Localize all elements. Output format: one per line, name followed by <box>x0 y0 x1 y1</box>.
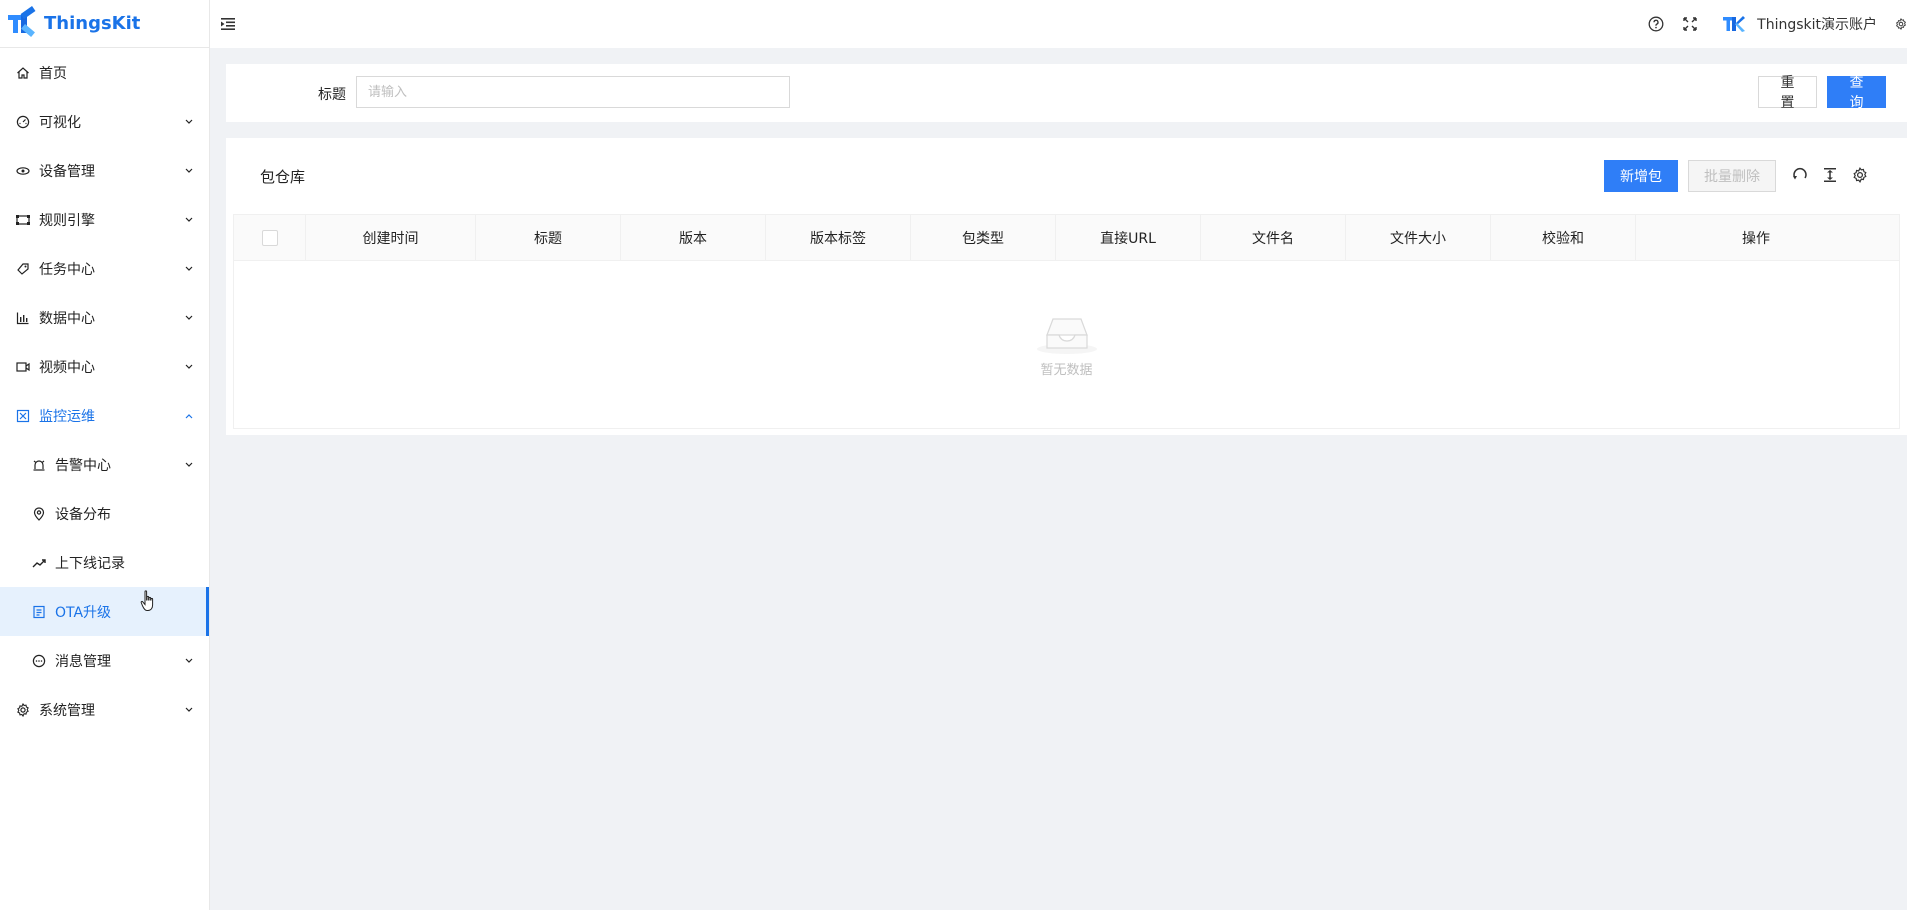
dashboard-icon <box>16 115 30 129</box>
sidebar-item-6[interactable]: 视频中心 <box>0 342 209 391</box>
task-icon <box>16 262 30 276</box>
trend-icon <box>32 556 46 570</box>
app-name: ThingsKit <box>44 13 141 34</box>
chevron-down-icon <box>185 118 193 126</box>
chevron-down-icon <box>185 363 193 371</box>
column-header: 创建时间 <box>306 215 476 260</box>
sidebar-item-13[interactable]: 系统管理 <box>0 685 209 734</box>
fullscreen-icon[interactable] <box>1681 15 1699 33</box>
help-icon[interactable] <box>1647 15 1665 33</box>
sidebar: ThingsKit 首页可视化设备管理规则引擎任务中心数据中心视频中心监控运维告… <box>0 0 210 910</box>
select-all-cell <box>234 215 306 260</box>
sidebar-item-label: 视频中心 <box>39 359 95 376</box>
sidebar-item-5[interactable]: 数据中心 <box>0 293 209 342</box>
chevron-up-icon <box>185 412 193 420</box>
rule-engine-icon <box>16 213 30 227</box>
home-icon <box>16 66 30 80</box>
sidebar-item-10[interactable]: 上下线记录 <box>0 538 209 587</box>
sidebar-item-12[interactable]: 消息管理 <box>0 636 209 685</box>
empty-inbox-icon <box>1036 318 1097 354</box>
chevron-down-icon <box>185 657 193 665</box>
account-name: Thingskit演示账户 <box>1757 17 1877 33</box>
empty-text: 暂无数据 <box>1040 363 1093 378</box>
sidebar-item-label: 告警中心 <box>55 457 111 474</box>
sidebar-item-4[interactable]: 任务中心 <box>0 244 209 293</box>
column-header: 版本 <box>621 215 766 260</box>
device-icon <box>16 164 30 178</box>
column-header: 标题 <box>476 215 621 260</box>
sidebar-item-label: 数据中心 <box>39 310 95 327</box>
sidebar-item-2[interactable]: 设备管理 <box>0 146 209 195</box>
chevron-down-icon <box>185 167 193 175</box>
column-header: 校验和 <box>1491 215 1636 260</box>
select-all-checkbox[interactable] <box>261 229 278 246</box>
sidebar-item-label: 系统管理 <box>39 702 95 719</box>
message-icon <box>32 654 46 668</box>
sidebar-item-label: 监控运维 <box>39 408 95 425</box>
account-menu[interactable]: Thingskit演示账户 <box>1723 14 1877 34</box>
sidebar-item-label: OTA升级 <box>55 604 112 621</box>
column-header: 操作 <box>1742 230 1770 247</box>
sidebar-menu: 首页可视化设备管理规则引擎任务中心数据中心视频中心监控运维告警中心设备分布上下线… <box>0 48 209 734</box>
chevron-down-icon <box>185 314 193 322</box>
column-settings-icon[interactable] <box>1851 166 1869 184</box>
location-icon <box>32 506 46 521</box>
query-button[interactable]: 查询 <box>1827 75 1886 111</box>
sidebar-item-label: 首页 <box>39 65 67 82</box>
column-header: 文件名 <box>1201 215 1346 260</box>
sidebar-item-label: 任务中心 <box>39 261 95 278</box>
sidebar-item-1[interactable]: 可视化 <box>0 97 209 146</box>
column-header: 包类型 <box>911 215 1056 260</box>
ota-icon <box>32 605 46 619</box>
sidebar-item-label: 设备分布 <box>55 506 111 523</box>
settings-icon[interactable] <box>1895 15 1907 33</box>
monitor-icon <box>16 409 30 423</box>
column-header: 文件大小 <box>1346 215 1491 260</box>
app-logo[interactable]: ThingsKit <box>0 0 209 48</box>
batch-delete-button[interactable]: 批量删除 <box>1688 160 1776 192</box>
sidebar-item-0[interactable]: 首页 <box>0 48 209 97</box>
settings-icon <box>16 702 30 717</box>
chevron-down-icon <box>185 706 193 714</box>
account-avatar-icon <box>1723 16 1746 32</box>
bar-chart-icon <box>16 311 30 325</box>
title-search-input[interactable] <box>356 76 790 108</box>
sidebar-item-label: 可视化 <box>39 114 81 131</box>
menu-collapse-icon[interactable] <box>220 16 236 32</box>
table-title: 包仓库 <box>260 168 306 186</box>
column-height-icon[interactable] <box>1821 166 1839 184</box>
package-table-card: 包仓库 新增包 批量删除 创建时间 标题 版本 版本标签 包类型 直接URL 文件名 文件大小… <box>226 138 1907 435</box>
alarm-icon <box>32 458 46 472</box>
package-table: 创建时间 标题 版本 版本标签 包类型 直接URL 文件名 文件大小 校验和 操作 暂无数据 <box>233 214 1900 429</box>
sidebar-item-label: 上下线记录 <box>55 555 125 572</box>
video-icon <box>16 360 30 374</box>
sidebar-item-label: 设备管理 <box>39 163 95 180</box>
search-form: 标题 重置 查询 <box>226 64 1907 122</box>
add-package-button[interactable]: 新增包 <box>1604 160 1678 192</box>
refresh-icon[interactable] <box>1791 166 1809 184</box>
chevron-down-icon <box>185 216 193 224</box>
chevron-down-icon <box>185 265 193 273</box>
sidebar-item-9[interactable]: 设备分布 <box>0 489 209 538</box>
sidebar-item-8[interactable]: 告警中心 <box>0 440 209 489</box>
empty-state: 暂无数据 <box>234 261 1899 428</box>
column-header: 直接URL <box>1056 215 1201 260</box>
chevron-down-icon <box>185 461 193 469</box>
sidebar-item-label: 规则引擎 <box>39 212 95 229</box>
sidebar-item-7[interactable]: 监控运维 <box>0 391 209 440</box>
reset-button[interactable]: 重置 <box>1758 75 1817 111</box>
table-header-row: 创建时间 标题 版本 版本标签 包类型 直接URL 文件名 文件大小 校验和 操作 <box>234 215 1899 261</box>
sidebar-item-label: 消息管理 <box>55 653 111 670</box>
top-header: Thingskit演示账户 <box>210 0 1907 48</box>
thingskit-logo-icon <box>8 5 38 37</box>
column-header: 版本标签 <box>766 215 911 260</box>
hand-cursor-icon <box>140 590 154 611</box>
title-filter-label: 标题 <box>318 87 346 103</box>
sidebar-item-11[interactable]: OTA升级 <box>0 587 209 636</box>
sidebar-item-3[interactable]: 规则引擎 <box>0 195 209 244</box>
